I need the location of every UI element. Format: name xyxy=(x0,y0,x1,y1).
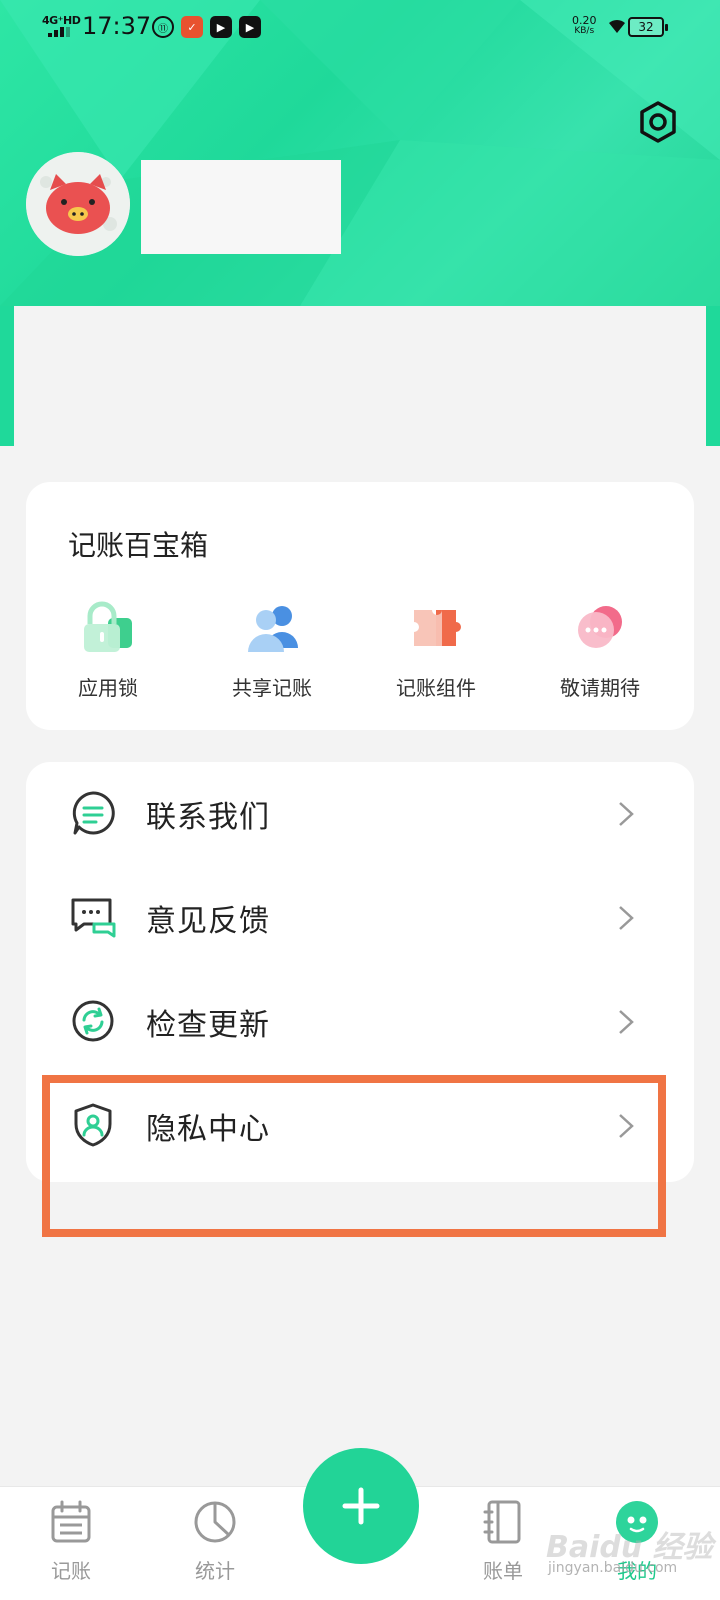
nav-tab-bookkeeping[interactable]: 记账 xyxy=(26,1499,116,1584)
tool-coming-soon[interactable]: 敬请期待 xyxy=(530,600,670,701)
tool-label: 应用锁 xyxy=(78,676,138,700)
menu-label: 意见反馈 xyxy=(146,904,270,939)
tool-label: 记账组件 xyxy=(396,676,476,700)
gear-icon[interactable] xyxy=(636,100,680,144)
plus-icon xyxy=(342,1487,380,1525)
video-app-icon-2: ▶ xyxy=(239,16,261,38)
tool-label: 敬请期待 xyxy=(560,676,640,700)
lock-icon xyxy=(84,601,132,652)
watermark-url: jingyan.baidu.com xyxy=(548,1560,678,1576)
status-bar: 4G⁺HD 17:37 ⑪ ✓ ▶ ▶ 0.20 KB/s 32 xyxy=(0,0,720,56)
nav-tab-bills[interactable]: 账单 xyxy=(458,1499,548,1584)
avatar[interactable] xyxy=(26,152,130,256)
tool-app-lock[interactable]: 应用锁 xyxy=(38,600,178,701)
toolbox-card: 记账百宝箱 应用锁 共享记账 记账组件 敬请期待 xyxy=(26,482,694,730)
tool-label: 共享记账 xyxy=(232,676,312,700)
chevron-right-icon xyxy=(619,1010,634,1034)
menu-item-contact-us[interactable]: 联系我们 xyxy=(26,762,694,862)
pie-chart-icon xyxy=(194,1501,236,1543)
menu-item-feedback[interactable]: 意见反馈 xyxy=(26,866,694,966)
menu-label: 联系我们 xyxy=(146,800,270,835)
network-type: 4G⁺HD xyxy=(42,14,81,27)
username-redacted xyxy=(141,160,341,254)
tool-widgets[interactable]: 记账组件 xyxy=(366,600,506,701)
battery-icon: 32 xyxy=(628,17,668,37)
notification-icon: ⑪ xyxy=(152,16,174,38)
feedback-icon xyxy=(71,898,116,938)
chat-icon xyxy=(72,791,115,835)
nav-label: 统计 xyxy=(195,1559,235,1583)
refresh-icon xyxy=(72,1000,114,1042)
tool-shared-ledger[interactable]: 共享记账 xyxy=(202,600,342,701)
toolbox-title: 记账百宝箱 xyxy=(68,529,209,562)
highlight-box xyxy=(42,1075,666,1237)
nav-tab-statistics[interactable]: 统计 xyxy=(170,1499,260,1584)
pig-avatar-icon xyxy=(26,152,130,256)
net-speed: 0.20 KB/s xyxy=(572,14,597,36)
news-app-icon: ✓ xyxy=(181,16,203,38)
notebook-icon xyxy=(483,1500,521,1544)
calendar-icon xyxy=(51,1500,91,1543)
wifi-icon xyxy=(609,19,625,33)
clock: 17:37 xyxy=(82,12,152,40)
add-button[interactable] xyxy=(303,1448,419,1564)
signal-icon xyxy=(48,27,70,37)
users-icon xyxy=(248,606,298,652)
menu-item-check-update[interactable]: 检查更新 xyxy=(26,970,694,1070)
puzzle-icon xyxy=(414,610,461,646)
video-app-icon: ▶ xyxy=(210,16,232,38)
nav-label: 记账 xyxy=(51,1559,91,1583)
nav-label: 账单 xyxy=(483,1559,523,1583)
more-icon xyxy=(578,606,622,648)
chevron-right-icon xyxy=(619,802,634,826)
chevron-right-icon xyxy=(619,906,634,930)
menu-label: 检查更新 xyxy=(146,1008,270,1043)
